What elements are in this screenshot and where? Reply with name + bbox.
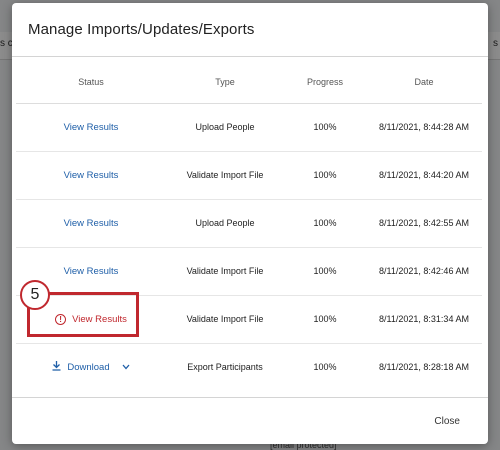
- download-dropdown[interactable]: Download: [52, 360, 130, 374]
- progress-cell: 100%: [284, 295, 366, 344]
- table-row: View Results Validate Import File 100% 8…: [16, 151, 482, 200]
- chevron-down-icon[interactable]: [122, 362, 130, 372]
- type-cell: Validate Import File: [166, 247, 284, 296]
- download-icon: [52, 360, 61, 374]
- date-cell: 8/11/2021, 8:28:18 AM: [379, 362, 469, 373]
- dialog-title: Manage Imports/Updates/Exports: [28, 21, 255, 38]
- divider: [12, 397, 488, 398]
- progress-cell: 100%: [284, 151, 366, 200]
- table-row: View Results Validate Import File 100% 8…: [16, 247, 482, 296]
- view-results-link[interactable]: View Results: [64, 122, 119, 133]
- type-cell: Validate Import File: [166, 151, 284, 200]
- progress-cell: 100%: [284, 247, 366, 296]
- date-cell: 8/11/2021, 8:44:20 AM: [366, 151, 482, 200]
- table-header-row: Status Type Progress Date: [16, 61, 482, 104]
- date-cell: 8/11/2021, 8:44:28 AM: [366, 103, 482, 152]
- progress-cell: 100%: [284, 103, 366, 152]
- header-type: Type: [166, 61, 284, 104]
- type-cell: Export Participants: [187, 362, 263, 373]
- close-button[interactable]: Close: [434, 416, 460, 427]
- table-row: View Results Upload People 100% 8/11/202…: [16, 103, 482, 152]
- view-results-link[interactable]: View Results: [64, 218, 119, 229]
- type-cell: Upload People: [166, 103, 284, 152]
- view-results-link[interactable]: View Results: [64, 266, 119, 277]
- date-cell: 8/11/2021, 8:42:46 AM: [366, 247, 482, 296]
- table-row: Download Export Participants 100% 8/11/2…: [16, 343, 482, 391]
- table-row: View Results Upload People 100% 8/11/202…: [16, 199, 482, 248]
- progress-cell: 100%: [313, 362, 337, 373]
- type-cell: Upload People: [166, 199, 284, 248]
- divider: [12, 56, 488, 57]
- manage-imports-dialog: Manage Imports/Updates/Exports Status Ty…: [12, 3, 488, 444]
- view-results-link[interactable]: View Results: [64, 170, 119, 181]
- type-cell: Validate Import File: [166, 295, 284, 344]
- imports-table: Status Type Progress Date View Results U…: [16, 61, 482, 391]
- date-cell: 8/11/2021, 8:31:34 AM: [366, 295, 482, 344]
- progress-cell: 100%: [284, 199, 366, 248]
- step-callout-badge: 5: [20, 280, 50, 310]
- download-label[interactable]: Download: [67, 362, 109, 373]
- header-date: Date: [366, 61, 482, 104]
- header-progress: Progress: [284, 61, 366, 104]
- date-cell: 8/11/2021, 8:42:55 AM: [366, 199, 482, 248]
- header-status: Status: [16, 61, 166, 104]
